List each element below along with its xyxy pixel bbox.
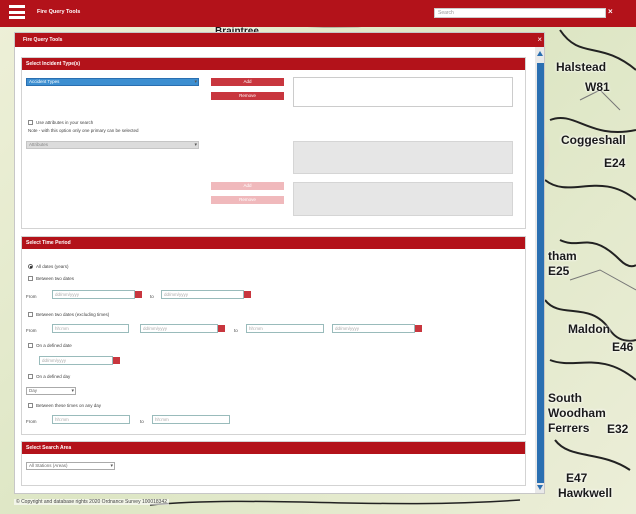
chevron-down-icon: ▾ <box>194 142 197 148</box>
from-label: From <box>26 328 37 333</box>
between-dates-label: Between two dates <box>36 276 75 281</box>
map-label-woodham: Woodham <box>548 406 606 420</box>
to-any-time-input[interactable]: hh:mm <box>152 415 230 424</box>
add-button[interactable]: Add <box>211 78 284 86</box>
calendar-icon[interactable] <box>415 325 422 332</box>
map-label-hawkwell: Hawkwell <box>558 486 613 500</box>
to-label: to <box>234 328 238 333</box>
dialog-title: Fire Query Tools <box>23 37 63 43</box>
remove-button[interactable]: Remove <box>211 92 284 100</box>
query-tools-dialog: Fire Query Tools × Select Incident Type(… <box>14 32 545 494</box>
chevron-down-icon: ▾ <box>194 79 197 85</box>
app-bar: Fire Query Tools Search × <box>0 0 636 27</box>
time-period-panel: Select Time Period All dates (years) Bet… <box>21 236 526 435</box>
scroll-down-icon[interactable] <box>537 485 543 490</box>
add-attribute-button[interactable]: Add <box>211 182 284 190</box>
all-dates-option[interactable]: All dates (years) <box>28 264 69 270</box>
search-input[interactable]: Search <box>434 8 606 18</box>
attribute-checkbox-row[interactable]: Use attributes in your search <box>28 120 94 126</box>
scroll-up-icon[interactable] <box>537 51 543 56</box>
from-label: From <box>26 419 37 424</box>
from-any-time-input[interactable]: hh:mm <box>52 415 130 424</box>
defined-date-checkbox[interactable] <box>28 343 33 349</box>
calendar-icon[interactable] <box>135 291 142 298</box>
map-label-e24: E24 <box>604 156 626 170</box>
map-label-e25: E25 <box>548 264 570 278</box>
search-area-select-value: All Stations (Areas) <box>29 463 68 468</box>
between-excl-option[interactable]: Between two dates (excluding times) <box>28 312 110 318</box>
all-dates-radio[interactable] <box>28 264 33 270</box>
attribute-select[interactable]: Attributes ▾ <box>26 141 199 149</box>
map-label-e32: E32 <box>607 422 629 436</box>
between-excl-label: Between two dates (excluding times) <box>36 312 110 317</box>
calendar-icon[interactable] <box>218 325 225 332</box>
calendar-icon[interactable] <box>244 291 251 298</box>
app-title: Fire Query Tools <box>37 9 81 15</box>
defined-date-option[interactable]: On a defined date <box>28 343 72 349</box>
from-time-input[interactable]: hh:mm <box>52 324 129 333</box>
between-dates-checkbox[interactable] <box>28 276 33 282</box>
map-label-tham: tham <box>548 249 577 263</box>
between-dates-option[interactable]: Between two dates <box>28 276 75 282</box>
search-area-panel: Select Search Area All Stations (Areas) … <box>21 441 526 486</box>
map-label-e47: E47 <box>566 471 588 485</box>
defined-day-option[interactable]: On a defined day <box>28 374 71 380</box>
defined-date-input[interactable]: dd/mm/yyyy <box>39 356 113 365</box>
attribute-note: Note - with this option only one primary… <box>28 128 139 133</box>
to-date-input[interactable]: dd/mm/yyyy <box>161 290 244 299</box>
selected-incidents-list[interactable] <box>293 77 513 107</box>
to-excl-date-input[interactable]: dd/mm/yyyy <box>332 324 415 333</box>
selected-attributes-list[interactable] <box>293 182 513 216</box>
incident-type-select[interactable]: Accident Types ▾ <box>26 78 199 86</box>
between-times-label: Between these times on any day <box>36 403 102 408</box>
calendar-icon[interactable] <box>113 357 120 364</box>
incident-panel: Select Incident Type(s) Accident Types ▾… <box>21 57 526 229</box>
search-close-icon[interactable]: × <box>608 7 613 16</box>
from-date-input[interactable]: dd/mm/yyyy <box>52 290 135 299</box>
defined-date-label: On a defined date <box>36 343 72 348</box>
between-excl-checkbox[interactable] <box>28 312 33 318</box>
day-select[interactable]: Day ▾ <box>26 387 76 395</box>
dialog-scrollbar[interactable] <box>535 47 544 493</box>
scroll-thumb[interactable] <box>537 63 544 483</box>
attribute-list[interactable] <box>293 141 513 174</box>
map-label-ferrers: Ferrers <box>548 421 590 435</box>
search-area-select[interactable]: All Stations (Areas) ▾ <box>26 462 115 470</box>
remove-attribute-button[interactable]: Remove <box>211 196 284 204</box>
map-label-maldon: Maldon <box>568 322 610 336</box>
chevron-down-icon: ▾ <box>71 388 74 394</box>
attribute-select-value: Attributes <box>29 142 49 147</box>
to-label: to <box>150 294 154 299</box>
chevron-down-icon: ▾ <box>110 463 113 469</box>
to-time-input[interactable]: hh:mm <box>246 324 324 333</box>
from-excl-date-input[interactable]: dd/mm/yyyy <box>140 324 218 333</box>
time-period-panel-header: Select Time Period <box>22 237 525 249</box>
from-label: From <box>26 294 37 299</box>
dialog-header: Fire Query Tools × <box>15 33 544 47</box>
map-attribution: © Copyright and database rights 2020 Ord… <box>14 499 170 505</box>
map-label-w81: W81 <box>585 80 610 94</box>
map-label-coggeshall: Coggeshall <box>561 133 626 147</box>
between-times-option[interactable]: Between these times on any day <box>28 403 102 409</box>
attribute-checkbox[interactable] <box>28 120 33 126</box>
defined-day-checkbox[interactable] <box>28 374 33 380</box>
attribute-checkbox-label: Use attributes in your search <box>36 120 94 125</box>
between-times-checkbox[interactable] <box>28 403 33 409</box>
search-area-panel-header: Select Search Area <box>22 442 525 454</box>
map-label-e46: E46 <box>612 340 634 354</box>
defined-day-label: On a defined day <box>36 374 71 379</box>
dialog-close-icon[interactable]: × <box>537 35 542 44</box>
incident-type-select-value: Accident Types <box>29 79 60 84</box>
map-label-south: South <box>548 391 582 405</box>
map-label-halstead: Halstead <box>556 60 607 74</box>
day-select-value: Day <box>29 388 38 393</box>
all-dates-label: All dates (years) <box>36 264 69 269</box>
menu-icon[interactable] <box>9 5 25 19</box>
to-label: to <box>140 419 144 424</box>
incident-panel-header: Select Incident Type(s) <box>22 58 525 70</box>
